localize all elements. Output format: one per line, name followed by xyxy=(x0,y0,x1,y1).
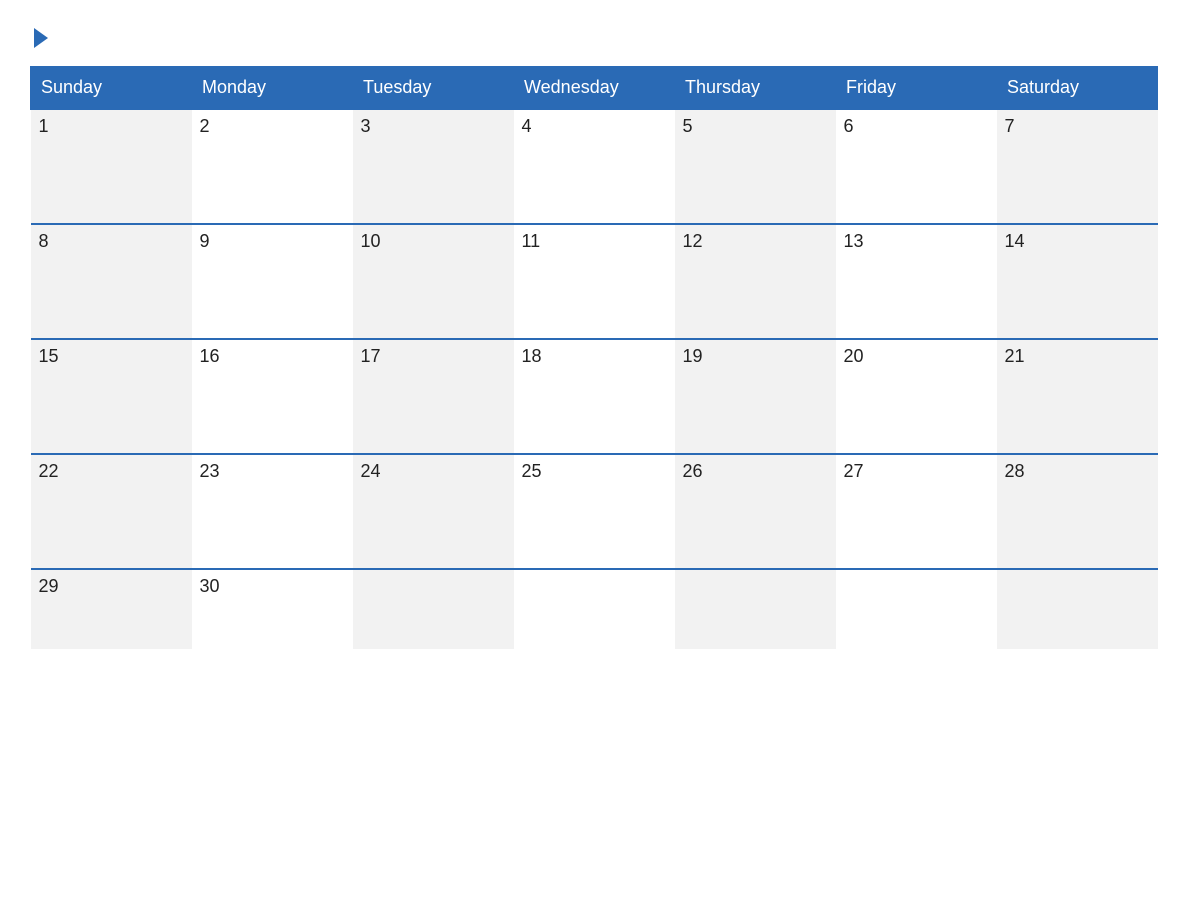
day-number: 18 xyxy=(522,346,667,367)
calendar-week-5: 29 30 xyxy=(31,569,1158,649)
day-number: 20 xyxy=(844,346,989,367)
calendar-cell: 8 xyxy=(31,224,192,339)
calendar-cell: 18 xyxy=(514,339,675,454)
calendar-cell: 26 xyxy=(675,454,836,569)
day-number: 22 xyxy=(39,461,184,482)
calendar-cell: 5 xyxy=(675,109,836,224)
calendar-cell: 28 xyxy=(997,454,1158,569)
day-number: 14 xyxy=(1005,231,1150,252)
calendar-week-2: 89 10 11 12 13 14 xyxy=(31,224,1158,339)
day-number: 29 xyxy=(39,576,184,597)
day-number: 25 xyxy=(522,461,667,482)
calendar-cell: 16 xyxy=(192,339,353,454)
calendar-cell: 7 xyxy=(997,109,1158,224)
day-number: 13 xyxy=(844,231,989,252)
day-number: 12 xyxy=(683,231,828,252)
calendar-week-1: 1234567 xyxy=(31,109,1158,224)
calendar-week-3: 15 16 17 18 19 20 21 xyxy=(31,339,1158,454)
day-number: 30 xyxy=(200,576,345,597)
calendar-cell: 11 xyxy=(514,224,675,339)
calendar-cell xyxy=(353,569,514,649)
page-header xyxy=(30,30,1158,48)
calendar-header-saturday: Saturday xyxy=(997,67,1158,110)
calendar-cell: 21 xyxy=(997,339,1158,454)
day-number: 28 xyxy=(1005,461,1150,482)
day-number: 23 xyxy=(200,461,345,482)
calendar-header-thursday: Thursday xyxy=(675,67,836,110)
calendar-cell: 12 xyxy=(675,224,836,339)
calendar-cell: 29 xyxy=(31,569,192,649)
calendar-cell: 15 xyxy=(31,339,192,454)
day-number: 16 xyxy=(200,346,345,367)
calendar-cell: 1 xyxy=(31,109,192,224)
calendar-header-sunday: Sunday xyxy=(31,67,192,110)
calendar-table: SundayMondayTuesdayWednesdayThursdayFrid… xyxy=(30,66,1158,649)
day-number: 21 xyxy=(1005,346,1150,367)
calendar-cell: 10 xyxy=(353,224,514,339)
calendar-cell: 20 xyxy=(836,339,997,454)
calendar-cell: 17 xyxy=(353,339,514,454)
calendar-cell xyxy=(514,569,675,649)
day-number: 11 xyxy=(522,231,667,252)
calendar-header-friday: Friday xyxy=(836,67,997,110)
day-number: 9 xyxy=(200,231,345,252)
calendar-cell: 27 xyxy=(836,454,997,569)
calendar-cell: 4 xyxy=(514,109,675,224)
calendar-header-tuesday: Tuesday xyxy=(353,67,514,110)
logo-triangle-icon xyxy=(34,28,48,48)
calendar-cell: 9 xyxy=(192,224,353,339)
calendar-header-wednesday: Wednesday xyxy=(514,67,675,110)
calendar-cell: 25 xyxy=(514,454,675,569)
day-number: 26 xyxy=(683,461,828,482)
calendar-cell: 30 xyxy=(192,569,353,649)
day-number: 5 xyxy=(683,116,828,137)
day-number: 17 xyxy=(361,346,506,367)
day-number: 10 xyxy=(361,231,506,252)
calendar-cell: 2 xyxy=(192,109,353,224)
calendar-cell: 22 xyxy=(31,454,192,569)
day-number: 27 xyxy=(844,461,989,482)
calendar-cell xyxy=(675,569,836,649)
calendar-header-row: SundayMondayTuesdayWednesdayThursdayFrid… xyxy=(31,67,1158,110)
day-number: 19 xyxy=(683,346,828,367)
day-number: 15 xyxy=(39,346,184,367)
calendar-cell: 3 xyxy=(353,109,514,224)
calendar-cell: 13 xyxy=(836,224,997,339)
calendar-cell: 19 xyxy=(675,339,836,454)
calendar-cell: 23 xyxy=(192,454,353,569)
calendar-cell: 14 xyxy=(997,224,1158,339)
calendar-header-monday: Monday xyxy=(192,67,353,110)
calendar-cell: 6 xyxy=(836,109,997,224)
day-number: 24 xyxy=(361,461,506,482)
day-number: 6 xyxy=(844,116,989,137)
day-number: 1 xyxy=(39,116,184,137)
day-number: 3 xyxy=(361,116,506,137)
day-number: 2 xyxy=(200,116,345,137)
calendar-cell xyxy=(997,569,1158,649)
day-number: 7 xyxy=(1005,116,1150,137)
logo xyxy=(30,30,48,48)
calendar-week-4: 22 23 24 25 26 27 28 xyxy=(31,454,1158,569)
day-number: 8 xyxy=(39,231,184,252)
calendar-cell xyxy=(836,569,997,649)
calendar-cell: 24 xyxy=(353,454,514,569)
day-number: 4 xyxy=(522,116,667,137)
